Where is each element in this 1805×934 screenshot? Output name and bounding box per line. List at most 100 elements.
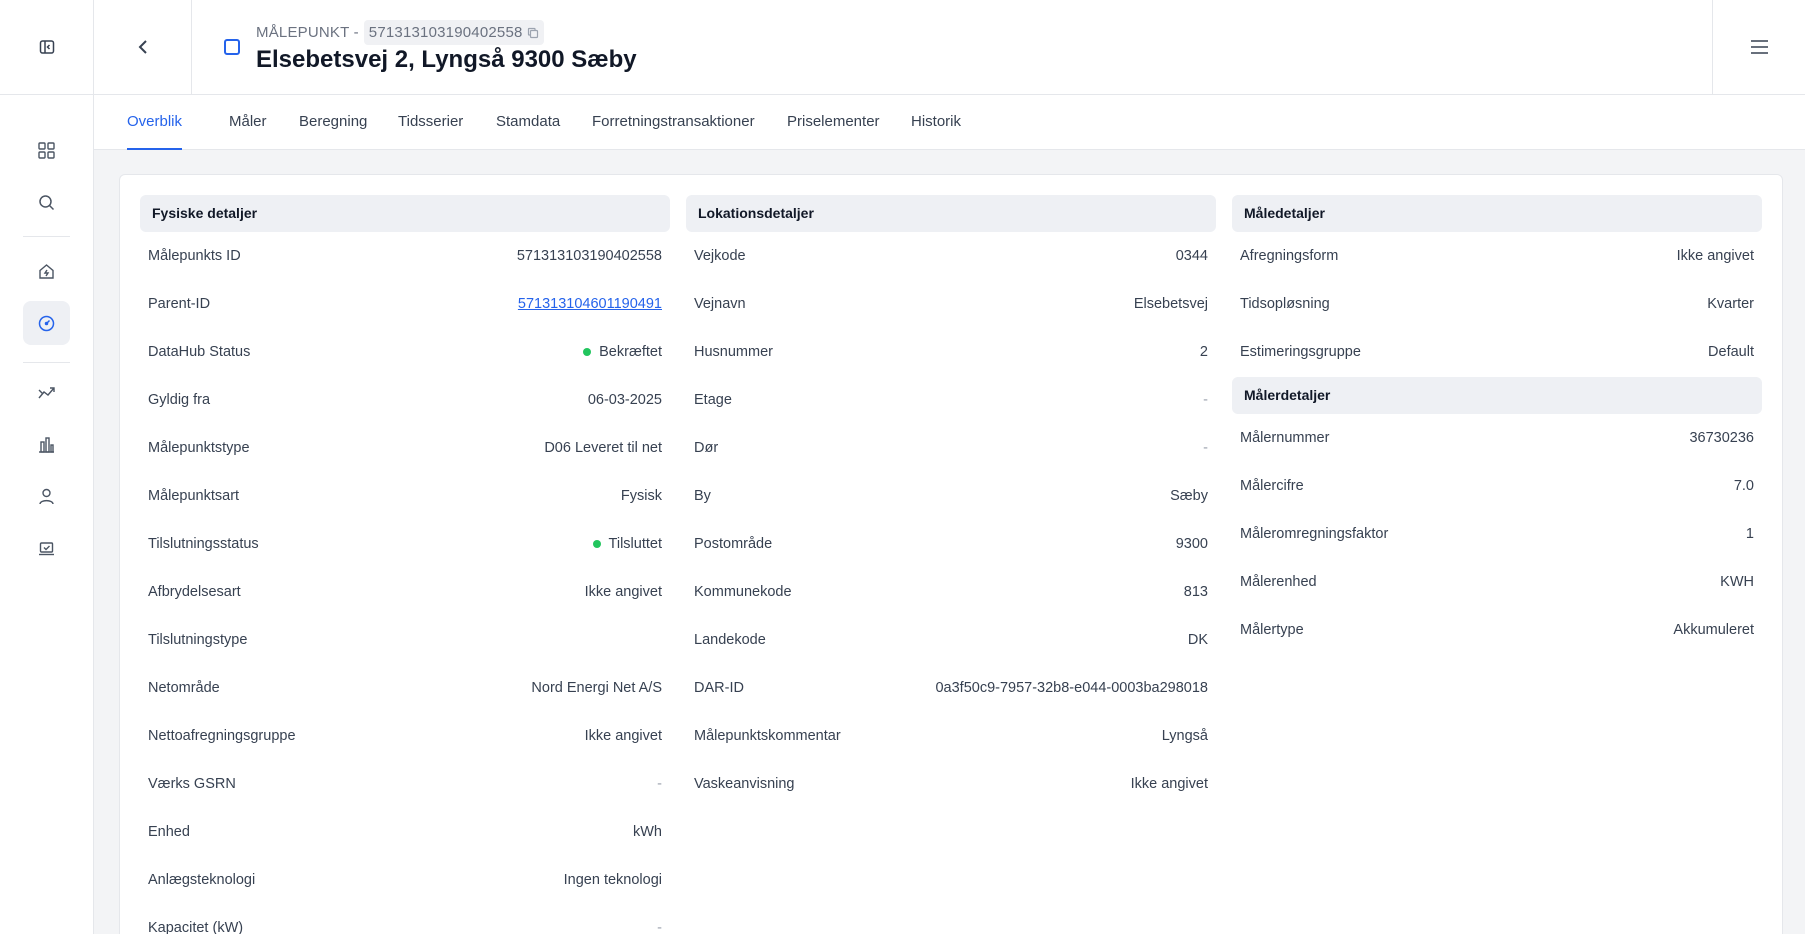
detail-row: Etage -	[686, 376, 1216, 424]
row-value: -	[1203, 392, 1208, 408]
row-value: Kvarter	[1707, 296, 1754, 312]
row-value: Nord Energi Net A/S	[531, 680, 662, 696]
row-label: Målernummer	[1240, 430, 1330, 446]
row-label: Målercifre	[1240, 478, 1304, 494]
location-details-section: Lokationsdetaljer Vejkode 0344 Vejnavn Els…	[686, 195, 1216, 808]
laptop-check-icon	[38, 540, 55, 557]
copy-icon[interactable]	[527, 27, 539, 39]
nav-dashboard[interactable]	[23, 128, 70, 172]
tab-beregning[interactable]: Beregning	[299, 95, 367, 150]
metering-id-pill[interactable]: 571313103190402558	[363, 20, 544, 45]
detail-row: Målernummer 36730236	[1232, 414, 1762, 462]
tab-overblik[interactable]: Overblik	[127, 95, 183, 150]
row-value-wrap: Tilsluttet	[592, 536, 662, 552]
row-label: Netområde	[148, 680, 220, 696]
detail-row: Kapacitet (kW) -	[140, 904, 670, 934]
row-value: Lyngså	[1161, 728, 1208, 744]
row-value: Fysisk	[620, 488, 662, 504]
row-value: Sæby	[1170, 488, 1208, 504]
breadcrumb: MÅLEPUNKT - 571313103190402558	[256, 20, 544, 45]
detail-row: Vaskeanvisning Ikke angivet	[686, 760, 1216, 808]
sidebar-toggle-icon[interactable]	[39, 39, 55, 55]
nav-search[interactable]	[23, 180, 70, 224]
tab-priselementer[interactable]: Priselementer	[787, 95, 880, 150]
detail-row: Enhed kWh	[140, 808, 670, 856]
section-title: Lokationsdetaljer	[686, 195, 1216, 232]
rail-top	[0, 0, 93, 95]
back-button[interactable]	[94, 0, 192, 94]
row-label: Målepunktstype	[148, 440, 250, 456]
bar-chart-icon	[38, 436, 55, 453]
row-value: 2	[1199, 344, 1208, 360]
row-value-wrap: Bekræftet	[583, 344, 662, 360]
row-value: -	[657, 920, 662, 934]
nav-customers[interactable]	[23, 474, 70, 518]
detail-row: By Sæby	[686, 472, 1216, 520]
rail-divider	[23, 362, 70, 363]
left-rail	[0, 0, 94, 934]
tab-forretningstransaktioner[interactable]: Forretningstransaktioner	[592, 95, 755, 150]
row-label: DAR-ID	[694, 680, 744, 696]
detail-row: Tilslutningsstatus Tilsluttet	[140, 520, 670, 568]
nav-metering-point[interactable]	[23, 301, 70, 345]
tab-maaler[interactable]: Måler	[229, 95, 267, 150]
tab-stamdata[interactable]: Stamdata	[496, 95, 560, 150]
row-label: Målertype	[1240, 622, 1304, 638]
row-value: 9300	[1175, 536, 1208, 552]
row-label: Enhed	[148, 824, 190, 840]
physical-details-section: Fysiske detaljer Målepunkts ID 5713131031…	[140, 195, 670, 934]
row-value: D06 Leveret til net	[544, 440, 662, 456]
menu-button[interactable]	[1712, 0, 1805, 94]
tab-tidsserier[interactable]: Tidsserier	[398, 95, 463, 150]
section-title: Fysiske detaljer	[140, 195, 670, 232]
nav-tasks[interactable]	[23, 526, 70, 570]
row-value: 06-03-2025	[587, 392, 662, 408]
detail-row: Målerenhed KWH	[1232, 558, 1762, 606]
hamburger-icon	[1750, 39, 1769, 55]
row-label: Gyldig fra	[148, 392, 211, 408]
user-icon	[38, 488, 55, 505]
detail-row: Postområde 9300	[686, 520, 1216, 568]
row-value: -	[1203, 440, 1208, 456]
search-icon	[38, 194, 55, 211]
parent-id-link[interactable]: 571313104601190491	[518, 296, 662, 312]
detail-row: Nettoafregningsgruppe Ikke angivet	[140, 712, 670, 760]
row-label: Postområde	[694, 536, 773, 552]
row-value: DK	[1187, 632, 1208, 648]
detail-row: Afregningsform Ikke angivet	[1232, 232, 1762, 280]
row-label: Værks GSRN	[148, 776, 236, 792]
row-value: 813	[1183, 584, 1208, 600]
detail-row: Anlægsteknologi Ingen teknologi	[140, 856, 670, 904]
row-label: Måleromregningsfaktor	[1240, 526, 1389, 542]
home-bolt-icon	[38, 263, 55, 280]
row-value: Default	[1708, 344, 1754, 360]
detail-row: Dør -	[686, 424, 1216, 472]
detail-row: Måleromregningsfaktor 1	[1232, 510, 1762, 558]
detail-row: Tidsopløsning Kvarter	[1232, 280, 1762, 328]
detail-row: DAR-ID 0a3f50c9-7957-32b8-e044-0003ba2980…	[686, 664, 1216, 712]
row-value: Ingen teknologi	[563, 872, 662, 888]
row-label: Estimeringsgruppe	[1240, 344, 1361, 360]
detail-row: Netområde Nord Energi Net A/S	[140, 664, 670, 712]
row-value-wrap: 571313104601190491	[518, 296, 662, 312]
section-title: Måledetaljer	[1232, 195, 1762, 232]
row-value: 7.0	[1733, 478, 1754, 494]
row-label: Nettoafregningsgruppe	[148, 728, 296, 744]
nav-installations[interactable]	[23, 249, 70, 293]
detail-row: Tilslutningstype	[140, 616, 670, 664]
select-checkbox[interactable]	[224, 39, 240, 55]
detail-row: Landekode DK	[686, 616, 1216, 664]
detail-row: Værks GSRN -	[140, 760, 670, 808]
row-value: Ikke angivet	[1676, 248, 1754, 264]
nav-statistics[interactable]	[23, 422, 70, 466]
detail-row: Vejnavn Elsebetsvej	[686, 280, 1216, 328]
row-label: Tidsopløsning	[1240, 296, 1330, 312]
detail-row: Husnummer 2	[686, 328, 1216, 376]
row-label: Vaskeanvisning	[694, 776, 795, 792]
row-label: Kapacitet (kW)	[148, 920, 244, 934]
row-value: kWh	[633, 824, 662, 840]
row-label: Vejkode	[694, 248, 746, 264]
nav-trends[interactable]	[23, 370, 70, 414]
tab-historik[interactable]: Historik	[911, 95, 961, 150]
row-value: -	[657, 776, 662, 792]
